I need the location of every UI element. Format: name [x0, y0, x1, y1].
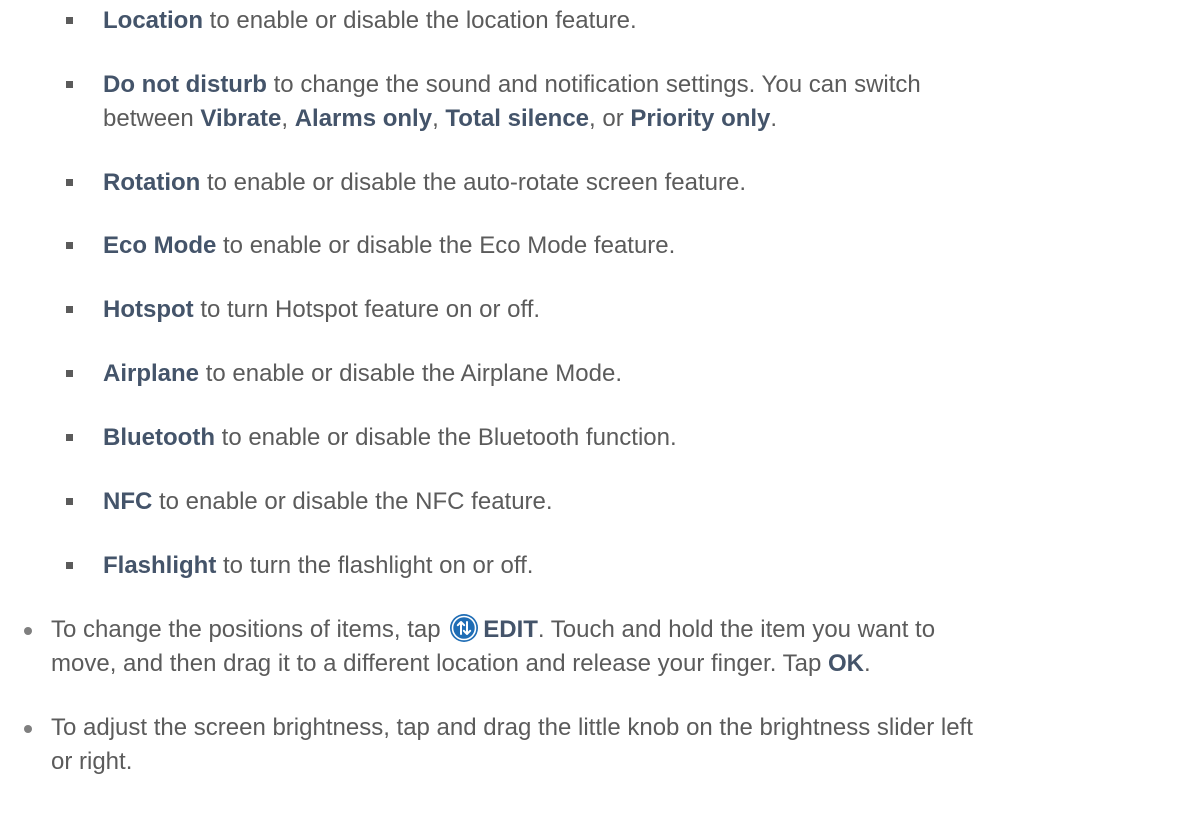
edit-arrows-icon [449, 613, 479, 643]
text: . [863, 650, 871, 677]
square-bullet [66, 179, 73, 186]
square-bullet [66, 434, 73, 441]
description: to enable or disable the location featur… [203, 7, 637, 34]
option-vibrate: Vibrate [200, 105, 282, 132]
text: . [770, 105, 778, 132]
description: to turn Hotspot feature on or off. [193, 296, 541, 323]
description: to turn the flashlight on or off. [216, 552, 534, 579]
square-bullet [66, 81, 73, 88]
text: , [281, 105, 295, 132]
term: Airplane [103, 360, 200, 387]
list-item-text: NFC to enable or disable the NFC feature… [103, 485, 1163, 519]
list-item-text: Rotation to enable or disable the auto-r… [103, 166, 1163, 200]
square-bullet [66, 498, 73, 505]
ok-label: OK [827, 650, 864, 677]
description: to enable or disable the Bluetooth funct… [214, 424, 677, 451]
list-item-text: Flashlight to turn the flashlight on or … [103, 549, 1163, 583]
text: , [432, 105, 446, 132]
list-item-text: Eco Mode to enable or disable the Eco Mo… [103, 229, 1163, 263]
text: between [103, 105, 201, 132]
term: Rotation [103, 169, 201, 196]
edit-label: EDIT [483, 616, 538, 643]
description: to enable or disable the Eco Mode featur… [216, 232, 676, 259]
square-bullet [66, 17, 73, 24]
list-item-text: Location to enable or disable the locati… [103, 4, 1163, 38]
term: Do not disturb [103, 71, 267, 98]
term: Flashlight [103, 552, 217, 579]
option-priority-only: Priority only [630, 105, 771, 132]
term: Location [103, 7, 203, 34]
text: To adjust the screen brightness, tap and… [51, 714, 973, 741]
list-item-text: Bluetooth to enable or disable the Bluet… [103, 421, 1163, 455]
term: Eco Mode [103, 232, 217, 259]
round-bullet [24, 725, 32, 733]
text: . Touch and hold the item you want to [537, 616, 936, 643]
list-item-text: Do not disturb to change the sound and n… [103, 68, 1163, 136]
option-alarms-only: Alarms only [294, 105, 433, 132]
description: to enable or disable the Airplane Mode. [199, 360, 622, 387]
term: NFC [103, 488, 153, 515]
list-item-text: Airplane to enable or disable the Airpla… [103, 357, 1163, 391]
description: to change the sound and notification set… [266, 71, 921, 98]
text: , or [589, 105, 631, 132]
round-bullet [24, 627, 32, 635]
text: or right. [51, 748, 133, 775]
square-bullet [66, 562, 73, 569]
square-bullet [66, 242, 73, 249]
term: Hotspot [103, 296, 194, 323]
text: move, and then drag it to a different lo… [51, 650, 828, 677]
list-item-text: To adjust the screen brightness, tap and… [51, 711, 1181, 779]
list-item-text: Hotspot to turn Hotspot feature on or of… [103, 293, 1163, 327]
text: To change the positions of items, tap [51, 616, 448, 643]
square-bullet [66, 306, 73, 313]
description: to enable or disable the NFC feature. [152, 488, 553, 515]
description: to enable or disable the auto-rotate scr… [200, 169, 746, 196]
list-item-text: To change the positions of items, tap ED… [51, 613, 1181, 681]
square-bullet [66, 370, 73, 377]
term: Bluetooth [103, 424, 215, 451]
option-total-silence: Total silence [445, 105, 590, 132]
